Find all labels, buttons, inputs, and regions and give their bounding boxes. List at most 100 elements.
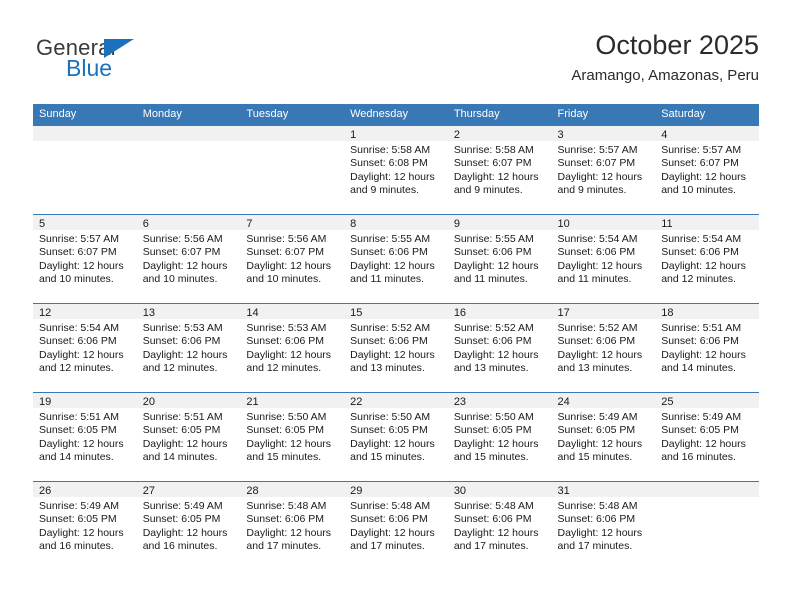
- day-cell[interactable]: 8 Sunrise: 5:55 AM Sunset: 6:06 PM Dayli…: [344, 214, 448, 304]
- day-cell[interactable]: 25 Sunrise: 5:49 AM Sunset: 6:05 PM Dayl…: [655, 392, 759, 482]
- sunrise-text: Sunrise: 5:58 AM: [350, 144, 431, 156]
- day-number: 29: [344, 482, 448, 497]
- sunset-text: Sunset: 6:06 PM: [453, 335, 532, 348]
- sunset-text: Sunset: 6:06 PM: [557, 513, 636, 526]
- day-number: 19: [33, 393, 137, 408]
- day-cell[interactable]: 23 Sunrise: 5:50 AM Sunset: 6:05 PM Dayl…: [447, 392, 552, 482]
- day-details: Sunrise: 5:57 AM Sunset: 6:07 PM Dayligh…: [552, 141, 656, 198]
- weekday-header-thursday: Thursday: [447, 104, 552, 126]
- day-number: 27: [136, 482, 241, 497]
- daylight-text-line1: Daylight: 12 hours: [661, 437, 746, 450]
- calendar-week-row: 5 Sunrise: 5:57 AM Sunset: 6:07 PM Dayli…: [33, 214, 759, 304]
- day-cell[interactable]: 6 Sunrise: 5:56 AM Sunset: 6:07 PM Dayli…: [136, 214, 241, 304]
- day-cell[interactable]: 26 Sunrise: 5:49 AM Sunset: 6:05 PM Dayl…: [33, 481, 137, 570]
- sunset-text: Sunset: 6:07 PM: [142, 246, 221, 259]
- sunrise-text: Sunrise: 5:55 AM: [453, 233, 534, 245]
- sunset-text: Sunset: 6:06 PM: [39, 335, 117, 348]
- day-number: 21: [240, 393, 345, 408]
- sunset-text: Sunset: 6:05 PM: [557, 424, 636, 437]
- daylight-text-line2: and 17 minutes.: [246, 540, 322, 553]
- daylight-text-line2: and 14 minutes.: [39, 451, 114, 464]
- weekday-header-friday: Friday: [551, 104, 656, 126]
- daylight-text-line2: and 13 minutes.: [453, 362, 529, 375]
- day-cell[interactable]: 5 Sunrise: 5:57 AM Sunset: 6:07 PM Dayli…: [33, 214, 137, 304]
- daylight-text-line1: Daylight: 12 hours: [39, 259, 124, 272]
- day-cell[interactable]: 14 Sunrise: 5:53 AM Sunset: 6:06 PM Dayl…: [240, 303, 345, 393]
- calendar-week-row: 1 Sunrise: 5:58 AM Sunset: 6:08 PM Dayli…: [33, 126, 759, 215]
- day-cell[interactable]: 10 Sunrise: 5:54 AM Sunset: 6:06 PM Dayl…: [551, 214, 656, 304]
- calendar-header-row: Sunday Monday Tuesday Wednesday Thursday…: [33, 104, 759, 126]
- daylight-text-line2: and 11 minutes.: [557, 273, 632, 286]
- day-cell[interactable]: 21 Sunrise: 5:50 AM Sunset: 6:05 PM Dayl…: [240, 392, 345, 482]
- sunrise-text: Sunrise: 5:49 AM: [661, 411, 742, 423]
- sunrise-text: Sunrise: 5:49 AM: [39, 500, 119, 512]
- day-cell[interactable]: 28 Sunrise: 5:48 AM Sunset: 6:06 PM Dayl…: [240, 481, 345, 570]
- daylight-text-line2: and 10 minutes.: [39, 273, 114, 286]
- daylight-text-line2: and 9 minutes.: [350, 184, 419, 197]
- daylight-text-line2: and 10 minutes.: [246, 273, 322, 286]
- daylight-text-line2: and 14 minutes.: [661, 362, 736, 375]
- day-cell[interactable]: 29 Sunrise: 5:48 AM Sunset: 6:06 PM Dayl…: [344, 481, 448, 570]
- day-details: Sunrise: 5:48 AM Sunset: 6:06 PM Dayligh…: [344, 497, 448, 554]
- sunrise-text: Sunrise: 5:48 AM: [453, 500, 534, 512]
- daylight-text-line1: Daylight: 12 hours: [453, 348, 539, 361]
- sunrise-text: Sunrise: 5:52 AM: [453, 322, 534, 334]
- day-cell[interactable]: 17 Sunrise: 5:52 AM Sunset: 6:06 PM Dayl…: [551, 303, 656, 393]
- title-block: October 2025 Aramango, Amazonas, Peru: [571, 28, 759, 86]
- sunrise-text: Sunrise: 5:51 AM: [39, 411, 119, 423]
- day-cell[interactable]: 12 Sunrise: 5:54 AM Sunset: 6:06 PM Dayl…: [33, 303, 137, 393]
- day-number: [136, 126, 241, 141]
- day-cell[interactable]: 15 Sunrise: 5:52 AM Sunset: 6:06 PM Dayl…: [344, 303, 448, 393]
- sunrise-text: Sunrise: 5:52 AM: [350, 322, 431, 334]
- daylight-text-line1: Daylight: 12 hours: [557, 259, 643, 272]
- day-cell[interactable]: 7 Sunrise: 5:56 AM Sunset: 6:07 PM Dayli…: [240, 214, 345, 304]
- day-details: Sunrise: 5:57 AM Sunset: 6:07 PM Dayligh…: [655, 141, 759, 198]
- sunset-text: Sunset: 6:06 PM: [246, 335, 325, 348]
- daylight-text-line2: and 9 minutes.: [453, 184, 523, 197]
- weekday-header-tuesday: Tuesday: [240, 104, 345, 126]
- sunrise-text: Sunrise: 5:49 AM: [142, 500, 223, 512]
- day-cell[interactable]: 2 Sunrise: 5:58 AM Sunset: 6:07 PM Dayli…: [447, 126, 552, 215]
- sunrise-text: Sunrise: 5:48 AM: [557, 500, 638, 512]
- day-cell[interactable]: 19 Sunrise: 5:51 AM Sunset: 6:05 PM Dayl…: [33, 392, 137, 482]
- daylight-text-line1: Daylight: 12 hours: [246, 348, 332, 361]
- sunrise-text: Sunrise: 5:53 AM: [246, 322, 327, 334]
- sunset-text: Sunset: 6:06 PM: [142, 335, 221, 348]
- daylight-text-line2: and 12 minutes.: [661, 273, 736, 286]
- day-details: Sunrise: 5:50 AM Sunset: 6:05 PM Dayligh…: [344, 408, 448, 465]
- daylight-text-line2: and 15 minutes.: [557, 451, 633, 464]
- day-cell[interactable]: 9 Sunrise: 5:55 AM Sunset: 6:06 PM Dayli…: [447, 214, 552, 304]
- day-cell[interactable]: 1 Sunrise: 5:58 AM Sunset: 6:08 PM Dayli…: [344, 126, 448, 215]
- day-cell[interactable]: 13 Sunrise: 5:53 AM Sunset: 6:06 PM Dayl…: [136, 303, 241, 393]
- day-number: 20: [136, 393, 241, 408]
- day-details: Sunrise: 5:51 AM Sunset: 6:06 PM Dayligh…: [655, 319, 759, 376]
- sunset-text: Sunset: 6:07 PM: [453, 157, 532, 170]
- daylight-text-line1: Daylight: 12 hours: [661, 259, 746, 272]
- day-cell[interactable]: 24 Sunrise: 5:49 AM Sunset: 6:05 PM Dayl…: [551, 392, 656, 482]
- day-details: Sunrise: 5:58 AM Sunset: 6:07 PM Dayligh…: [448, 141, 552, 198]
- day-details: Sunrise: 5:49 AM Sunset: 6:05 PM Dayligh…: [655, 408, 759, 465]
- day-cell[interactable]: 4 Sunrise: 5:57 AM Sunset: 6:07 PM Dayli…: [655, 126, 759, 215]
- daylight-text-line2: and 13 minutes.: [350, 362, 425, 375]
- day-cell[interactable]: 18 Sunrise: 5:51 AM Sunset: 6:06 PM Dayl…: [655, 303, 759, 393]
- daylight-text-line1: Daylight: 12 hours: [350, 526, 435, 539]
- weekday-header-saturday: Saturday: [655, 104, 759, 126]
- day-details: Sunrise: 5:48 AM Sunset: 6:06 PM Dayligh…: [552, 497, 656, 554]
- day-cell[interactable]: 30 Sunrise: 5:48 AM Sunset: 6:06 PM Dayl…: [447, 481, 552, 570]
- day-cell[interactable]: 16 Sunrise: 5:52 AM Sunset: 6:06 PM Dayl…: [447, 303, 552, 393]
- day-number: 16: [447, 304, 552, 319]
- daylight-text-line1: Daylight: 12 hours: [142, 526, 228, 539]
- day-cell[interactable]: 20 Sunrise: 5:51 AM Sunset: 6:05 PM Dayl…: [136, 392, 241, 482]
- day-cell[interactable]: 31 Sunrise: 5:48 AM Sunset: 6:06 PM Dayl…: [551, 481, 656, 570]
- daylight-text-line1: Daylight: 12 hours: [557, 437, 643, 450]
- day-cell[interactable]: 11 Sunrise: 5:54 AM Sunset: 6:06 PM Dayl…: [655, 214, 759, 304]
- daylight-text-line1: Daylight: 12 hours: [661, 170, 746, 183]
- sunrise-text: Sunrise: 5:50 AM: [350, 411, 431, 423]
- day-cell[interactable]: 3 Sunrise: 5:57 AM Sunset: 6:07 PM Dayli…: [551, 126, 656, 215]
- day-cell[interactable]: 27 Sunrise: 5:49 AM Sunset: 6:05 PM Dayl…: [136, 481, 241, 570]
- daylight-text-line1: Daylight: 12 hours: [453, 170, 539, 183]
- day-cell[interactable]: 22 Sunrise: 5:50 AM Sunset: 6:05 PM Dayl…: [344, 392, 448, 482]
- sunrise-text: Sunrise: 5:48 AM: [246, 500, 327, 512]
- daylight-text-line1: Daylight: 12 hours: [557, 526, 643, 539]
- page-header: General Blue October 2025 Aramango, Amaz…: [33, 28, 759, 94]
